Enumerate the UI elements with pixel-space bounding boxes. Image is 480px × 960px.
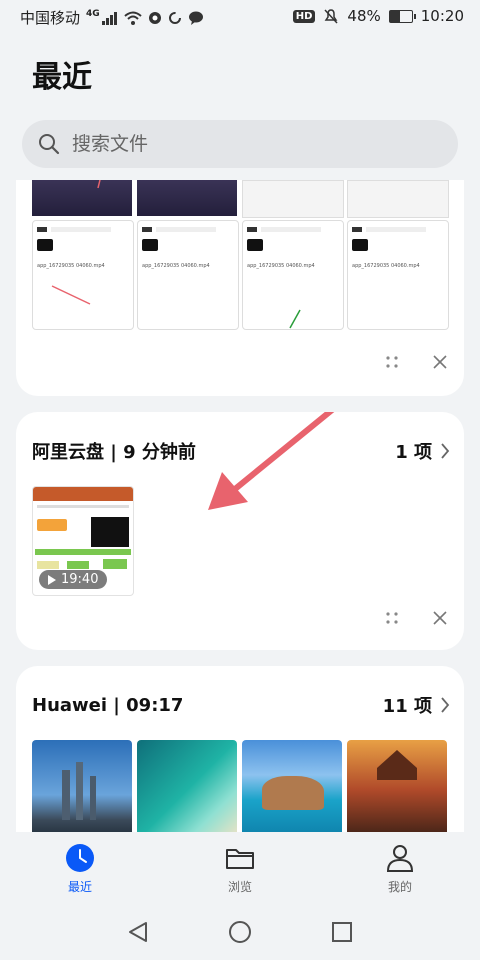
- recent-card-aliyun[interactable]: 阿里云盘 | 9 分钟前 1 项 19:40: [16, 412, 464, 650]
- person-icon: [386, 845, 414, 872]
- page-title: 最近: [32, 60, 92, 95]
- annotation-marks: [51, 180, 301, 329]
- recents-icon[interactable]: [330, 920, 354, 944]
- video-thumbnail[interactable]: 19:40: [32, 486, 134, 596]
- chevron-right-icon: [441, 443, 450, 459]
- home-icon[interactable]: [228, 920, 252, 944]
- chevron-right-icon: [441, 697, 450, 713]
- drag-handle-icon[interactable]: [382, 352, 402, 372]
- item-count[interactable]: 1 项: [395, 438, 450, 464]
- mute-bell-icon: [324, 9, 338, 24]
- status-bar: 中国移动 4G HD 48% 10:20: [0, 0, 480, 34]
- photo-thumbnail-island[interactable]: [242, 740, 342, 840]
- tab-label: 最近: [67, 880, 92, 894]
- screenshot-grid: app_16729035 04060.mp4 app_16729035 0406…: [32, 180, 452, 330]
- duration-badge: 19:40: [39, 570, 108, 589]
- card-source-label: Huawei | 09:17: [32, 694, 184, 716]
- carrier-label: 中国移动: [20, 9, 81, 27]
- app-notify-icon: [148, 11, 161, 24]
- clock-time: 10:20: [420, 7, 464, 25]
- duration-label: 19:40: [61, 572, 99, 587]
- folder-icon: [226, 849, 254, 869]
- search-icon: [39, 134, 60, 155]
- battery-percent: 48%: [347, 7, 381, 25]
- item-count-label: 11 项: [382, 696, 432, 717]
- drag-handle-icon[interactable]: [382, 608, 402, 628]
- clock-icon: [66, 844, 94, 872]
- close-icon[interactable]: [430, 352, 450, 372]
- card-source-label: 阿里云盘 | 9 分钟前: [32, 442, 196, 463]
- annotation-arrow: [208, 412, 335, 510]
- tab-recent[interactable]: 最近: [0, 832, 160, 908]
- photo-thumbnail-lagoon[interactable]: [137, 740, 237, 840]
- tab-browse[interactable]: 浏览: [160, 832, 320, 908]
- signal-icon: [101, 11, 117, 25]
- recent-card-screenshots[interactable]: app_16729035 04060.mp4 app_16729035 0406…: [16, 180, 464, 396]
- wifi-icon: [124, 11, 142, 25]
- hd-badge: HD: [292, 9, 316, 23]
- message-icon: [188, 11, 203, 25]
- tab-label: 浏览: [227, 880, 252, 894]
- search-bar[interactable]: [22, 120, 458, 168]
- photo-thumbnail-town[interactable]: [347, 740, 447, 840]
- bottom-tab-bar: 最近 浏览 我的: [0, 832, 480, 908]
- play-icon: [48, 574, 56, 585]
- tab-mine[interactable]: 我的: [320, 832, 480, 908]
- close-icon[interactable]: [430, 608, 450, 628]
- tab-label: 我的: [387, 880, 412, 894]
- back-icon[interactable]: [126, 920, 150, 944]
- search-input[interactable]: [70, 132, 414, 156]
- photo-thumbnail-city[interactable]: [32, 740, 132, 840]
- sync-icon: [168, 11, 181, 24]
- battery-icon: [388, 9, 416, 23]
- item-count[interactable]: 11 项: [383, 692, 450, 718]
- network-type: 4G: [86, 8, 100, 19]
- system-nav-bar: [0, 908, 480, 960]
